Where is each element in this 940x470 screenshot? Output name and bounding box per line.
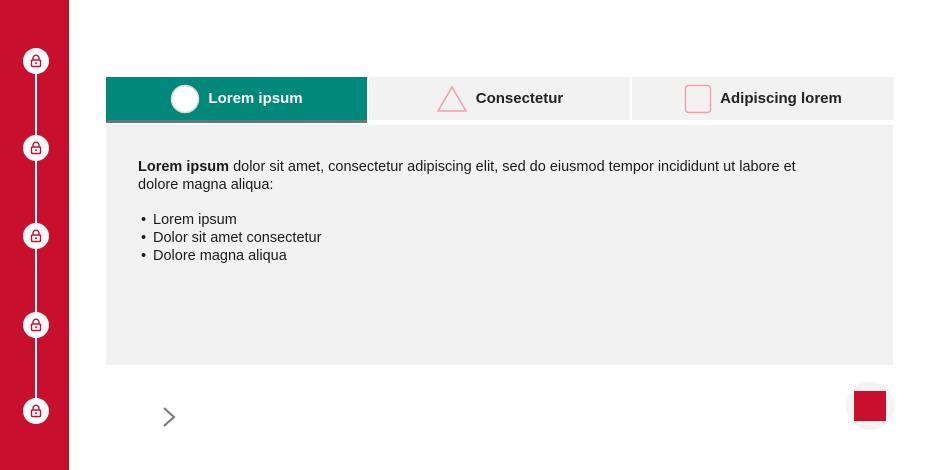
lock-icon xyxy=(30,318,42,332)
next-button[interactable] xyxy=(158,402,182,432)
intro-paragraph: Lorem ipsum dolor sit amet, consectetur … xyxy=(138,158,798,194)
tab-label: Adipiscing lorem xyxy=(720,90,842,107)
timeline-node-3[interactable] xyxy=(23,223,49,249)
tab-bar: Lorem ipsum Consectetur Adipiscing lorem xyxy=(106,77,894,123)
lock-icon xyxy=(30,229,42,243)
stop-button[interactable] xyxy=(846,382,894,430)
square-icon xyxy=(684,84,712,113)
tab-consectetur[interactable]: Consectetur xyxy=(369,77,630,120)
tab-lorem-ipsum[interactable]: Lorem ipsum xyxy=(106,77,367,123)
timeline-node-2[interactable] xyxy=(23,135,49,161)
stop-icon xyxy=(854,391,886,421)
bullet-list: Lorem ipsum Dolor sit amet consectetur D… xyxy=(138,211,321,265)
intro-bold: Lorem ipsum xyxy=(138,159,230,175)
timeline-node-1[interactable] xyxy=(23,48,49,74)
lock-icon xyxy=(30,54,42,68)
intro-text: dolor sit amet, consectetur adipiscing e… xyxy=(138,159,796,193)
tab-adipiscing-lorem[interactable]: Adipiscing lorem xyxy=(632,77,894,120)
chevron-right-icon xyxy=(163,407,176,427)
tab-content-panel: Lorem ipsum dolor sit amet, consectetur … xyxy=(106,125,893,365)
list-item: Dolore magna aliqua xyxy=(138,247,321,265)
list-item: Dolor sit amet consectetur xyxy=(138,229,321,247)
lock-icon xyxy=(30,404,42,418)
lock-icon xyxy=(30,141,42,155)
list-item: Lorem ipsum xyxy=(138,211,321,229)
timeline-node-4[interactable] xyxy=(23,312,49,338)
tab-label: Lorem ipsum xyxy=(208,90,303,107)
triangle-icon xyxy=(436,85,468,112)
tab-label: Consectetur xyxy=(475,90,564,107)
timeline-node-5[interactable] xyxy=(23,398,49,424)
circle-icon xyxy=(171,84,200,113)
sidebar-timeline xyxy=(0,0,69,470)
